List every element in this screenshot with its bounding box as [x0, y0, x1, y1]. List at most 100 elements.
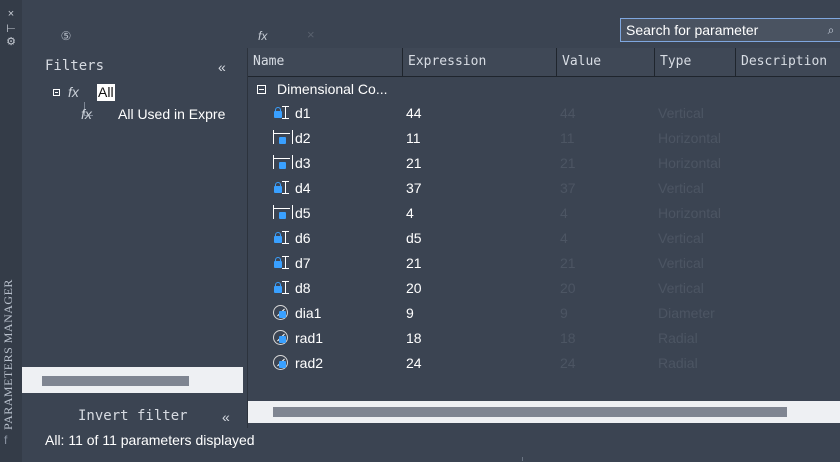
vertical-lock-icon	[273, 230, 291, 246]
table-row[interactable]: d4 37 37 Vertical	[248, 177, 840, 202]
parameter-name[interactable]: dia1	[295, 305, 321, 321]
table-row[interactable]: d5 4 4 Horizontal	[248, 202, 840, 227]
filters-horizontal-scrollbar[interactable]	[22, 367, 243, 393]
parameter-type: Horizontal	[658, 205, 722, 221]
tree-label-all[interactable]: All	[97, 84, 115, 101]
radial-icon	[273, 355, 291, 371]
parameter-expression[interactable]: 24	[406, 355, 422, 371]
panel-title: PARAMETERS MANAGER	[1, 279, 15, 430]
pin-icon[interactable]: ⊢	[4, 23, 18, 35]
search-input[interactable]: Search for parameter	[626, 22, 758, 38]
table-row[interactable]: rad1 18 18 Radial	[248, 327, 840, 352]
filters-pane: Filters « fx All fx All Used in Expre In…	[22, 48, 248, 428]
dimensional-constraints-group[interactable]: Dimensional Co...	[248, 79, 840, 103]
parameter-name[interactable]: d5	[295, 205, 311, 221]
top-toolbar: ⑤ fx × Search for parameter ⌕	[22, 0, 840, 49]
parameter-value: 11	[560, 130, 575, 146]
parameter-type: Diameter	[658, 305, 715, 321]
parameter-type: Radial	[658, 355, 698, 371]
diameter-icon	[273, 305, 291, 321]
parameter-type: Radial	[658, 330, 698, 346]
parameter-value: 4	[560, 230, 568, 246]
parameter-type: Vertical	[658, 280, 704, 296]
parameter-name[interactable]: rad2	[295, 355, 323, 371]
parameter-type: Horizontal	[658, 155, 722, 171]
gear-icon[interactable]: ⚙	[4, 36, 18, 48]
parameter-name[interactable]: d6	[295, 230, 311, 246]
table-row[interactable]: d1 44 44 Vertical	[248, 102, 840, 127]
parameter-name[interactable]: d4	[295, 180, 311, 196]
parameter-name[interactable]: rad1	[295, 330, 323, 346]
filter-tree: fx All fx All Used in Expre	[22, 82, 247, 368]
radial-icon	[273, 330, 291, 346]
parameters-grid: Name Expression Value Type Description D…	[248, 48, 840, 428]
grid-horizontal-scrollbar[interactable]	[248, 401, 840, 423]
tree-label-all-used[interactable]: All Used in Expre	[118, 106, 225, 122]
parameters-manager-panel: × ⊢ ⚙ PARAMETERS MANAGER f ⑤ fx × Search…	[0, 0, 840, 462]
parameter-type: Vertical	[658, 230, 704, 246]
parameter-name[interactable]: d7	[295, 255, 311, 271]
filters-header: Filters «	[22, 48, 247, 82]
collapse-group-icon[interactable]	[257, 85, 266, 94]
search-icon[interactable]: ⌕	[824, 23, 838, 37]
invert-filter-arrow[interactable]: «	[222, 409, 230, 425]
table-row[interactable]: d6 d5 4 Vertical	[248, 227, 840, 252]
close-icon[interactable]: ×	[4, 8, 18, 20]
tab-close-icon[interactable]: ×	[307, 27, 315, 42]
table-row[interactable]: rad2 24 24 Radial	[248, 352, 840, 377]
parameter-expression[interactable]: d5	[406, 230, 422, 246]
parameter-value: 9	[560, 305, 568, 321]
parameter-type: Horizontal	[658, 130, 722, 146]
table-row[interactable]: d3 21 21 Horizontal	[248, 152, 840, 177]
column-name[interactable]: Name	[248, 48, 403, 76]
grid-header: Name Expression Value Type Description	[248, 48, 840, 77]
column-description[interactable]: Description	[736, 48, 840, 76]
parameter-expression[interactable]: 20	[406, 280, 422, 296]
table-row[interactable]: d7 21 21 Vertical	[248, 252, 840, 277]
filters-scroll-thumb[interactable]	[42, 376, 189, 386]
parameter-value: 21	[560, 155, 576, 171]
vertical-lock-icon	[273, 255, 291, 271]
table-row[interactable]: d2 11 11 Horizontal	[248, 127, 840, 152]
function-tab-icon[interactable]: fx	[258, 29, 267, 43]
search-box[interactable]: Search for parameter ⌕	[620, 18, 840, 42]
function-icon: fx	[81, 106, 92, 122]
parameter-name[interactable]: d1	[295, 105, 311, 121]
collapse-tree-icon[interactable]	[53, 89, 60, 96]
filter-icon[interactable]: ⑤	[58, 29, 74, 43]
vertical-lock-icon	[273, 280, 291, 296]
parameter-expression[interactable]: 21	[406, 155, 422, 171]
status-divider	[522, 457, 523, 461]
parameter-expression[interactable]: 4	[406, 205, 414, 221]
invert-filter-button[interactable]: Invert filter	[78, 408, 188, 424]
collapse-filters-button[interactable]: «	[218, 59, 226, 75]
status-text: All: 11 of 11 parameters displayed	[45, 432, 255, 448]
vertical-lock-icon	[273, 180, 291, 196]
horizontal-lock-icon	[273, 155, 293, 171]
table-row[interactable]: d8 20 20 Vertical	[248, 277, 840, 302]
parameter-value: 21	[560, 255, 576, 271]
parameter-expression[interactable]: 44	[406, 105, 422, 121]
parameter-expression[interactable]: 37	[406, 180, 422, 196]
column-expression[interactable]: Expression	[403, 48, 557, 76]
parameter-expression[interactable]: 21	[406, 255, 422, 271]
parameter-expression[interactable]: 11	[406, 130, 421, 146]
parameter-name[interactable]: d3	[295, 155, 311, 171]
parameter-value: 24	[560, 355, 576, 371]
parameter-name[interactable]: d8	[295, 280, 311, 296]
function-icon: f	[4, 433, 8, 447]
parameter-name[interactable]: d2	[295, 130, 311, 146]
parameter-value: 20	[560, 280, 576, 296]
group-label: Dimensional Co...	[277, 81, 388, 97]
parameter-expression[interactable]: 18	[406, 330, 422, 346]
grid-scroll-thumb[interactable]	[273, 407, 787, 417]
column-type[interactable]: Type	[655, 48, 736, 76]
status-bar: All: 11 of 11 parameters displayed	[22, 428, 840, 462]
parameter-type: Vertical	[658, 255, 704, 271]
table-row[interactable]: dia1 9 9 Diameter	[248, 302, 840, 327]
parameter-value: 37	[560, 180, 576, 196]
parameter-value: 44	[560, 105, 576, 121]
vertical-lock-icon	[273, 105, 291, 121]
parameter-expression[interactable]: 9	[406, 305, 414, 321]
column-value[interactable]: Value	[557, 48, 655, 76]
